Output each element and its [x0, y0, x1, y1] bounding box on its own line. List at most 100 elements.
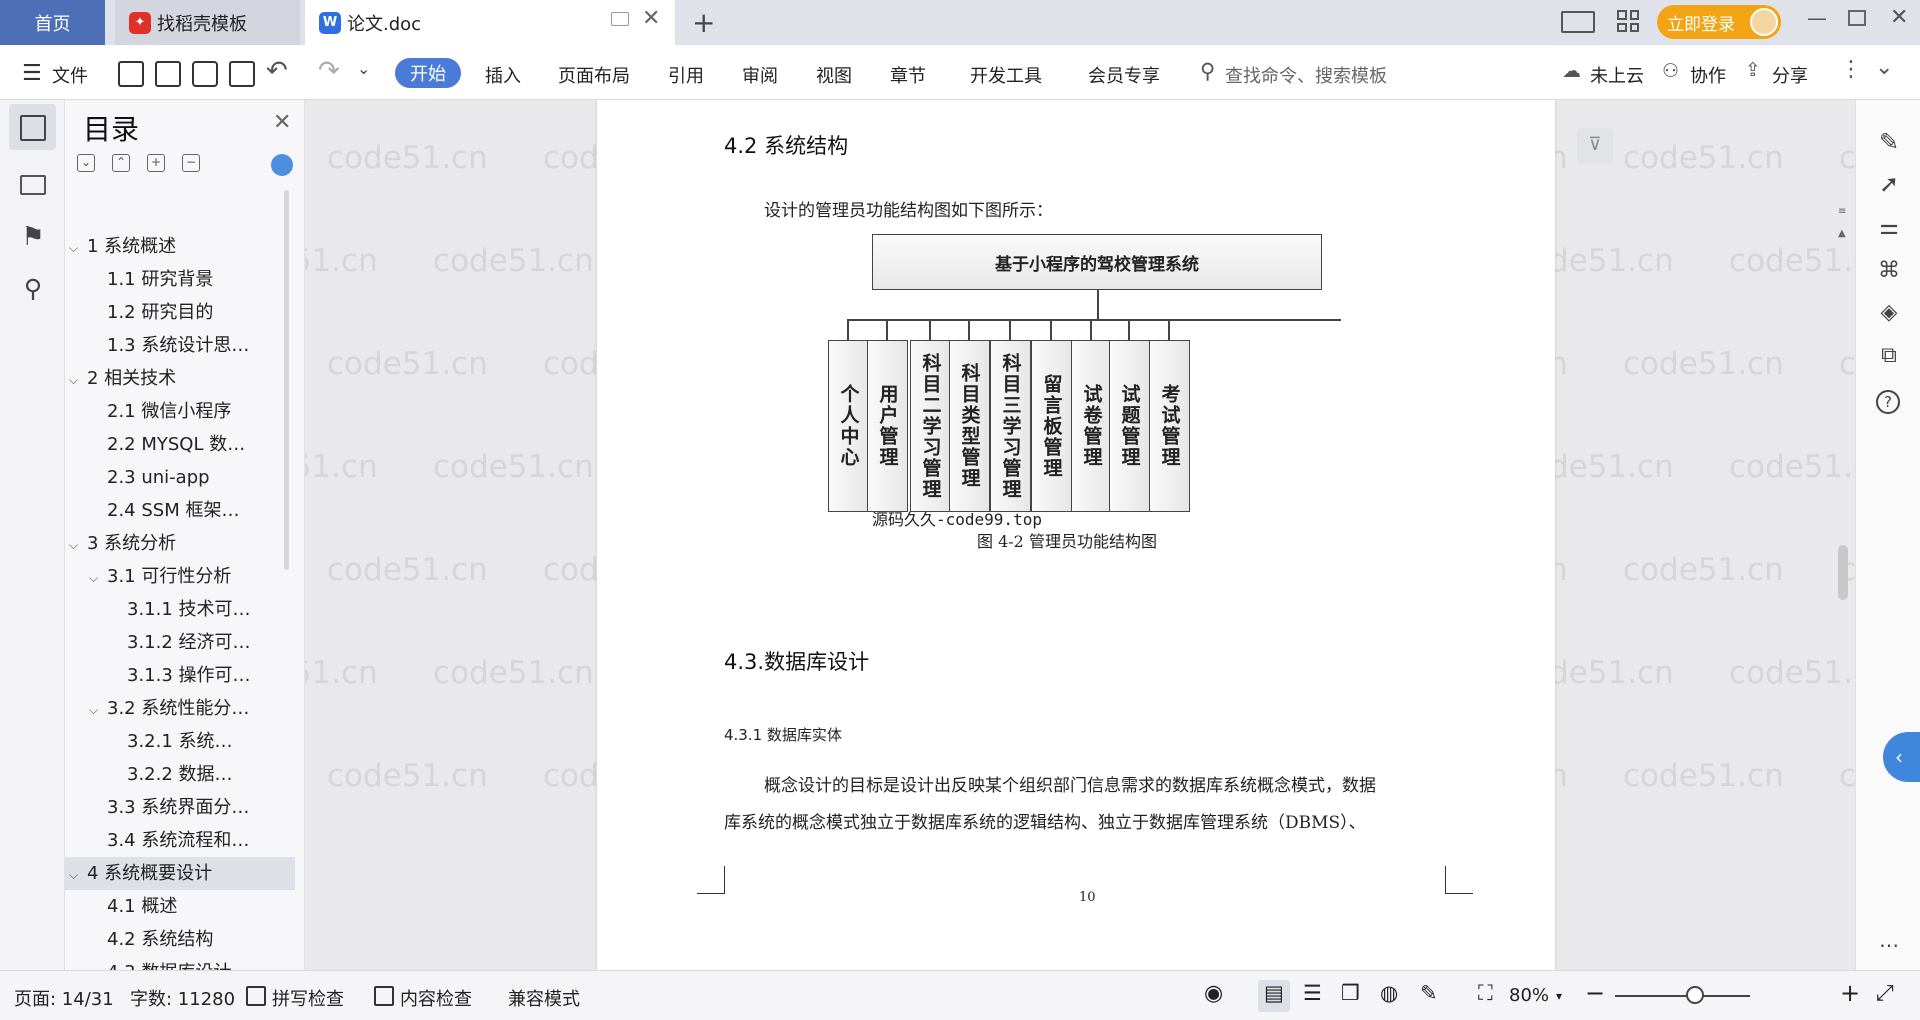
tab-document[interactable]: W 论文.doc ✕	[305, 0, 675, 45]
menu-review[interactable]: 审阅	[742, 62, 778, 88]
export-pdf-icon[interactable]	[155, 61, 181, 87]
translate-icon[interactable]: ⧉	[1876, 343, 1902, 369]
toc-item[interactable]: 3.1.1 技术可…	[65, 593, 295, 626]
chevron-down-icon[interactable]: ⌵	[69, 364, 87, 395]
print-icon[interactable]	[192, 61, 218, 87]
maximize-icon[interactable]	[1848, 10, 1866, 26]
print-preview-icon[interactable]	[229, 61, 255, 87]
eye-protect-icon[interactable]: ◉	[1204, 981, 1223, 1006]
add-heading-icon[interactable]: +	[147, 154, 165, 172]
hamburger-icon[interactable]: ☰	[22, 61, 42, 86]
theme-icon[interactable]: ◈	[1876, 300, 1902, 326]
toc-item[interactable]: 1.2 研究目的	[65, 296, 295, 329]
toc-item[interactable]: ⌵ 3 系统分析	[65, 527, 295, 560]
menu-insert[interactable]: 插入	[485, 62, 521, 88]
word-count[interactable]: 字数: 11280	[130, 985, 235, 1011]
command-search-input[interactable]: 查找命令、搜索模板	[1225, 62, 1387, 88]
zoom-out-icon[interactable]: −	[1585, 979, 1605, 1007]
chevron-down-icon[interactable]: ⌵	[89, 694, 107, 725]
menu-layout[interactable]: 页面布局	[558, 62, 630, 88]
scroll-thumb[interactable]	[1838, 545, 1848, 600]
page-indicator[interactable]: 页面: 14/31	[14, 985, 114, 1011]
toc-close-icon[interactable]: ✕	[273, 110, 291, 135]
content-check-button[interactable]: 内容检查	[400, 985, 472, 1011]
toc-list-icon[interactable]	[20, 115, 46, 141]
menu-start[interactable]: 开始	[395, 58, 461, 88]
menu-member[interactable]: 会员专享	[1088, 62, 1160, 88]
find-icon[interactable]: ⚲	[20, 276, 46, 303]
save-icon[interactable]	[118, 61, 144, 87]
scroll-top-icon[interactable]: ≡	[1838, 206, 1846, 217]
close-tab-icon[interactable]: ✕	[642, 6, 660, 31]
more-icon[interactable]: ⋮	[1840, 57, 1862, 82]
toc-sync-toggle-icon[interactable]	[271, 154, 293, 176]
toc-item[interactable]: ⌵ 3.1 可行性分析	[65, 560, 295, 593]
layout-toggle-icon[interactable]	[1561, 11, 1595, 33]
menu-chapter[interactable]: 章节	[890, 62, 926, 88]
fit-page-icon[interactable]: ⛶	[1478, 981, 1493, 1006]
collapse-all-icon[interactable]: ⌃	[112, 154, 130, 172]
tab-home[interactable]: 首页	[0, 0, 105, 45]
toc-item[interactable]: 1.3 系统设计思…	[65, 329, 295, 362]
scroll-up-icon[interactable]: ▲	[1838, 228, 1846, 239]
toc-item[interactable]: 3.2.2 数据…	[65, 758, 295, 791]
document-page[interactable]: 4.2 系统结构 设计的管理员功能结构图如下图所示： 基于小程序的驾校管理系统 …	[597, 100, 1555, 970]
toc-item[interactable]: ⌵ 1 系统概述	[65, 230, 295, 263]
ai-assist-icon[interactable]: ⌘	[1876, 258, 1902, 284]
help-icon[interactable]: ?	[1876, 390, 1900, 414]
chevron-down-icon[interactable]: ⌵	[69, 859, 87, 890]
toc-item[interactable]: ⌵ 2 相关技术	[65, 362, 295, 395]
toc-item[interactable]: 3.4 系统流程和…	[65, 824, 295, 857]
bookmark-icon[interactable]: ⚑	[20, 224, 46, 251]
toc-item[interactable]: 2.2 MYSQL 数…	[65, 428, 295, 461]
pen-edit-icon[interactable]: ✎	[1876, 128, 1902, 156]
toc-item[interactable]: 3.1.3 操作可…	[65, 659, 295, 692]
close-window-icon[interactable]: ✕	[1890, 5, 1908, 30]
more-tools-icon[interactable]: ⋯	[1876, 933, 1902, 959]
adjust-slider-icon[interactable]: ⚌	[1876, 215, 1902, 241]
redo-icon[interactable]: ↷	[318, 56, 340, 86]
chevron-down-icon[interactable]: ⌵	[69, 232, 87, 263]
toc-item[interactable]: 2.4 SSM 框架…	[65, 494, 295, 527]
screen-icon[interactable]	[611, 12, 629, 26]
collapse-ribbon-icon[interactable]: ⌄	[1875, 55, 1893, 80]
toc-item[interactable]: ⌵ 4 系统概要设计	[65, 857, 295, 890]
share-button[interactable]: 分享	[1772, 62, 1808, 88]
apps-grid-icon[interactable]	[1617, 10, 1639, 32]
outline-view-icon[interactable]: ☰	[1303, 981, 1322, 1005]
toc-item[interactable]: 3.1.2 经济可…	[65, 626, 295, 659]
chevron-down-icon[interactable]: ⌵	[89, 562, 107, 593]
toc-item[interactable]: 4.2 系统结构	[65, 923, 295, 956]
new-tab-button[interactable]: +	[692, 6, 715, 39]
cloud-status[interactable]: 未上云	[1590, 62, 1644, 88]
tab-daoke[interactable]: ✦ 找稻壳模板	[115, 0, 300, 45]
minimize-icon[interactable]: —	[1807, 6, 1827, 30]
toc-item[interactable]: 1.1 研究背景	[65, 263, 295, 296]
undo-icon[interactable]: ↶	[266, 56, 288, 86]
document-scrollbar[interactable]: ≡ ▲ ▼ ⇞ ○ ⇟	[1835, 200, 1851, 970]
zoom-in-icon[interactable]: +	[1840, 979, 1860, 1007]
expand-all-icon[interactable]: ⌄	[77, 154, 95, 172]
reading-view-icon[interactable]: ❒	[1341, 981, 1360, 1005]
cursor-select-icon[interactable]: ➚	[1876, 170, 1902, 198]
chevron-down-icon[interactable]: ⌵	[69, 529, 87, 560]
navigation-pane-icon[interactable]	[20, 175, 46, 195]
web-view-icon[interactable]: ◍	[1380, 981, 1398, 1005]
chevron-down-icon[interactable]: ⌄	[357, 59, 370, 78]
toc-item[interactable]: 3.3 系统界面分…	[65, 791, 295, 824]
menu-file[interactable]: 文件	[52, 62, 88, 88]
page-view-icon[interactable]: ▤	[1264, 981, 1284, 1005]
collab-button[interactable]: 协作	[1690, 62, 1726, 88]
login-button[interactable]: 立即登录	[1657, 5, 1781, 39]
zoom-dropdown-icon[interactable]: ▾	[1556, 989, 1562, 1003]
zoom-slider-knob[interactable]	[1686, 986, 1704, 1004]
page-toolbar-toggle-icon[interactable]: ⊽	[1577, 128, 1613, 164]
toc-item[interactable]: 2.3 uni-app	[65, 461, 295, 494]
zoom-level[interactable]: 80%	[1509, 985, 1549, 1006]
toc-item[interactable]: 2.1 微信小程序	[65, 395, 295, 428]
menu-devtools[interactable]: 开发工具	[970, 62, 1042, 88]
spell-check-button[interactable]: 拼写检查	[272, 985, 344, 1011]
toc-scrollbar[interactable]	[284, 190, 289, 570]
menu-view[interactable]: 视图	[816, 62, 852, 88]
menu-reference[interactable]: 引用	[668, 62, 704, 88]
